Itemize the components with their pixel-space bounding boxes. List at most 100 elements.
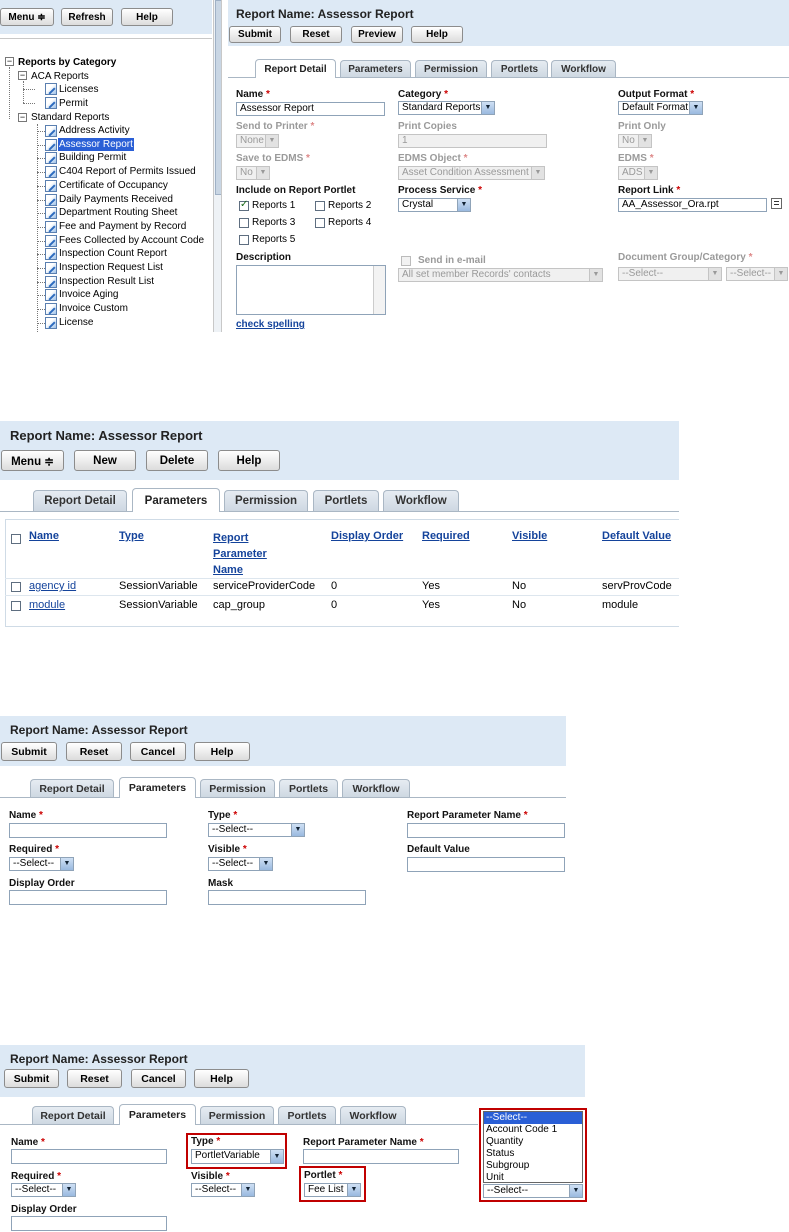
tab-portlets[interactable]: Portlets (278, 1106, 336, 1124)
print-copies-input[interactable]: 1 (398, 134, 547, 148)
tree-item[interactable]: Building Permit (58, 151, 127, 164)
report-parameter-name-input[interactable] (407, 823, 565, 838)
column-display-order[interactable]: Display Order (331, 530, 403, 542)
email-recipients-select[interactable]: All set member Records' contacts ▼ (398, 268, 603, 282)
tree-item[interactable]: Department Routing Sheet (58, 206, 178, 219)
edms-object-select[interactable]: Asset Condition Assessment ▼ (398, 166, 545, 180)
help-button[interactable]: Help (194, 742, 250, 761)
check-spelling-link[interactable]: check spelling (236, 319, 305, 330)
category-select[interactable]: Standard Reports ▼ (398, 101, 495, 115)
reset-button[interactable]: Reset (290, 26, 342, 43)
column-required[interactable]: Required (422, 530, 470, 542)
tree-group-aca[interactable]: ACA Reports (31, 70, 89, 83)
display-order-input[interactable] (9, 890, 167, 905)
tree-item[interactable]: License (58, 316, 94, 329)
tab-workflow[interactable]: Workflow (340, 1106, 406, 1124)
send-printer-select[interactable]: None ▼ (236, 134, 279, 148)
tree-item[interactable]: Inspection Result List (58, 275, 155, 288)
dropdown-option[interactable]: Quantity (484, 1136, 582, 1148)
submit-button[interactable]: Submit (4, 1069, 59, 1088)
display-order-input[interactable] (11, 1216, 167, 1231)
dropdown-option[interactable]: Status (484, 1148, 582, 1160)
help-button[interactable]: Help (121, 8, 173, 26)
dropdown-option[interactable]: Account Code 1 (484, 1124, 582, 1136)
column-default-value[interactable]: Default Value (602, 530, 671, 542)
browse-icon[interactable] (771, 198, 782, 209)
tree-item-permit[interactable]: Permit (59, 97, 88, 110)
document-group-select[interactable]: --Select-- ▼ (618, 267, 722, 281)
scrollbar[interactable] (373, 266, 385, 314)
tab-permission[interactable]: Permission (200, 1106, 274, 1124)
checkbox-reports-1[interactable] (239, 199, 249, 211)
name-input[interactable] (11, 1149, 167, 1164)
checkbox-reports-5[interactable] (239, 235, 249, 245)
refresh-button[interactable]: Refresh (61, 8, 113, 26)
parameter-name-link[interactable]: agency id (29, 580, 76, 592)
menu-button[interactable]: Menu ≑ (1, 450, 64, 471)
preview-button[interactable]: Preview (351, 26, 403, 43)
process-service-select[interactable]: Crystal ▼ (398, 198, 471, 212)
tree-item[interactable]: Invoice Aging (58, 288, 120, 301)
reset-button[interactable]: Reset (66, 742, 122, 761)
tab-workflow[interactable]: Workflow (551, 60, 616, 77)
name-input[interactable]: Assessor Report (236, 102, 385, 116)
tab-report-detail[interactable]: Report Detail (33, 490, 127, 511)
new-button[interactable]: New (74, 450, 136, 471)
tab-permission[interactable]: Permission (200, 779, 275, 797)
tree-item[interactable]: Inspection Request List (58, 261, 164, 274)
tree-root[interactable]: Reports by Category (18, 56, 116, 69)
portlet-select[interactable]: Fee List ▼ (304, 1183, 361, 1197)
name-input[interactable] (9, 823, 167, 838)
help-button[interactable]: Help (218, 450, 280, 471)
collapse-icon[interactable]: − (5, 57, 14, 66)
tab-report-detail[interactable]: Report Detail (32, 1106, 114, 1124)
tree-item[interactable]: Invoice Custom (58, 302, 129, 315)
dropdown-option[interactable]: --Select-- (484, 1112, 582, 1124)
tab-portlets[interactable]: Portlets (279, 779, 338, 797)
mask-input[interactable] (208, 890, 366, 905)
tab-portlets[interactable]: Portlets (313, 490, 379, 511)
column-type[interactable]: Type (119, 530, 144, 542)
tab-workflow[interactable]: Workflow (342, 779, 410, 797)
checkbox-reports-4[interactable] (315, 218, 325, 228)
tree-item[interactable]: Fees Collected by Account Code (58, 234, 205, 247)
collapse-icon[interactable]: − (18, 71, 27, 80)
edms-select[interactable]: ADS ▼ (618, 166, 658, 180)
output-format-select[interactable]: Default Format ▼ (618, 101, 703, 115)
report-link-input[interactable]: AA_Assessor_Ora.rpt (618, 198, 767, 212)
tab-workflow[interactable]: Workflow (383, 490, 459, 511)
save-edms-select[interactable]: No ▼ (236, 166, 270, 180)
row-checkbox[interactable] (11, 582, 21, 592)
tree-item[interactable]: Address Activity (58, 124, 131, 137)
dropdown-option[interactable]: Subgroup (484, 1160, 582, 1172)
tab-report-detail[interactable]: Report Detail (255, 59, 336, 78)
tree-item[interactable]: Certificate of Occupancy (58, 179, 169, 192)
submit-button[interactable]: Submit (1, 742, 57, 761)
type-select[interactable]: --Select-- ▼ (208, 823, 305, 837)
tree-item[interactable]: Assessor Report (58, 137, 134, 151)
menu-button[interactable]: Menu ≑ (0, 8, 54, 26)
scrollbar[interactable] (213, 0, 221, 332)
dropdown-select[interactable]: --Select-- ▼ (483, 1184, 583, 1198)
tab-permission[interactable]: Permission (415, 60, 487, 77)
default-value-input[interactable] (407, 857, 565, 872)
report-parameter-name-input[interactable] (303, 1149, 459, 1164)
submit-button[interactable]: Submit (229, 26, 281, 43)
visible-select[interactable]: --Select-- ▼ (208, 857, 273, 871)
tree-item[interactable]: C404 Report of Permits Issued (58, 165, 197, 178)
tree-group-standard[interactable]: Standard Reports (31, 111, 109, 124)
tab-parameters[interactable]: Parameters (119, 1104, 196, 1125)
tab-parameters[interactable]: Parameters (132, 488, 220, 512)
help-button[interactable]: Help (411, 26, 463, 43)
help-button[interactable]: Help (194, 1069, 249, 1088)
type-select[interactable]: PortletVariable ▼ (191, 1149, 284, 1164)
row-checkbox[interactable] (11, 601, 21, 611)
column-report-parameter-name[interactable]: Report Parameter Name (213, 530, 267, 578)
document-category-select[interactable]: --Select-- ▼ (726, 267, 788, 281)
visible-select[interactable]: --Select-- ▼ (191, 1183, 255, 1197)
cancel-button[interactable]: Cancel (130, 742, 186, 761)
print-only-select[interactable]: No ▼ (618, 134, 652, 148)
column-visible[interactable]: Visible (512, 530, 547, 542)
tab-parameters[interactable]: Parameters (340, 60, 411, 77)
delete-button[interactable]: Delete (146, 450, 208, 471)
